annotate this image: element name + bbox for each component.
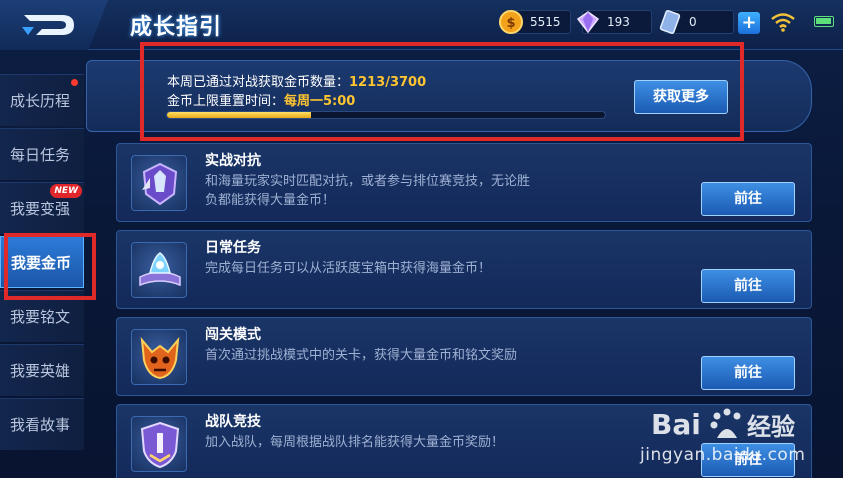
task-title: 日常任务 — [205, 240, 261, 256]
svg-text:经验: 经验 — [747, 413, 795, 441]
watermark-url: jingyan.baidu.com — [640, 445, 806, 465]
diamond-counter: 193 — [576, 10, 652, 34]
task-description: 和海量玩家实时匹配对抗，或者参与排位赛竞技，无论胜负都能获得大量金币！ — [205, 174, 531, 208]
sidebar-item-label: 每日任务 — [10, 146, 71, 164]
task-description: 加入战队，每周根据战队排名能获得大量金币奖励！ — [205, 435, 505, 450]
task-title: 实战对抗 — [205, 153, 261, 169]
demon-skull-icon — [131, 329, 187, 385]
task-card-battle: 实战对抗 和海量玩家实时匹配对抗，或者参与排位赛竞技，无论胜负都能获得大量金币！… — [116, 143, 812, 222]
sidebar-item-label: 我看故事 — [10, 416, 71, 434]
task-card-challenge: 闯关模式 首次通过挑战模式中的关卡，获得大量金币和铭文奖励 前往 — [116, 317, 812, 396]
battery-icon — [814, 16, 834, 27]
voucher-counter: 0 — [659, 10, 734, 34]
gold-value: 5515 — [530, 15, 561, 29]
diamond-icon — [576, 11, 600, 34]
svg-text:Bai: Bai — [651, 408, 701, 441]
sidebar-item-stories[interactable]: 我看故事 — [0, 398, 84, 450]
daily-task-book-icon — [131, 242, 187, 298]
page-title: 成长指引 — [130, 15, 223, 40]
task-title: 闯关模式 — [205, 327, 261, 343]
go-button-daily[interactable]: 前往 — [701, 269, 795, 303]
back-icon — [22, 15, 74, 35]
gold-counter: $ 5515 — [499, 10, 571, 34]
sidebar-item-label: 成长历程 — [10, 92, 71, 110]
sidebar-item-label: 我要变强 — [10, 200, 71, 218]
voucher-value: 0 — [689, 15, 697, 29]
sidebar-item-growth-history[interactable]: 成长历程 — [0, 74, 84, 126]
highlight-box-sidebar — [4, 233, 96, 300]
task-card-daily: 日常任务 完成每日任务可以从活跃度宝箱中获得海量金币！ 前往 — [116, 230, 812, 309]
notification-dot — [71, 79, 78, 86]
team-shield-icon — [131, 416, 187, 472]
diamond-value: 193 — [607, 15, 630, 29]
task-description: 完成每日任务可以从活跃度宝箱中获得海量金币！ — [205, 261, 492, 276]
sidebar-item-label: 我要铭文 — [10, 308, 71, 326]
go-button-battle[interactable]: 前往 — [701, 182, 795, 216]
sidebar-item-daily-tasks[interactable]: 每日任务 — [0, 128, 84, 180]
task-title: 战队竞技 — [205, 414, 261, 430]
sidebar-item-label: 我要英雄 — [10, 362, 71, 380]
recharge-plus-button[interactable]: + — [738, 12, 760, 34]
gold-coin-icon: $ — [499, 10, 523, 34]
plus-icon: + — [741, 12, 757, 33]
sidebar-item-get-stronger[interactable]: 我要变强 NEW — [0, 182, 84, 234]
new-badge: NEW — [50, 184, 82, 198]
voucher-icon — [659, 10, 681, 34]
battle-emblem-icon — [131, 155, 187, 211]
go-button-challenge[interactable]: 前往 — [701, 356, 795, 390]
wifi-icon — [771, 13, 795, 32]
highlight-box-gold-info — [140, 42, 744, 141]
back-button[interactable] — [0, 0, 108, 50]
svg-text:$: $ — [506, 16, 515, 31]
baidu-jingyan-watermark-logo: Bai 经验 — [651, 408, 795, 441]
task-description: 首次通过挑战模式中的关卡，获得大量金币和铭文奖励 — [205, 348, 518, 363]
sidebar-item-heroes[interactable]: 我要英雄 — [0, 344, 84, 396]
